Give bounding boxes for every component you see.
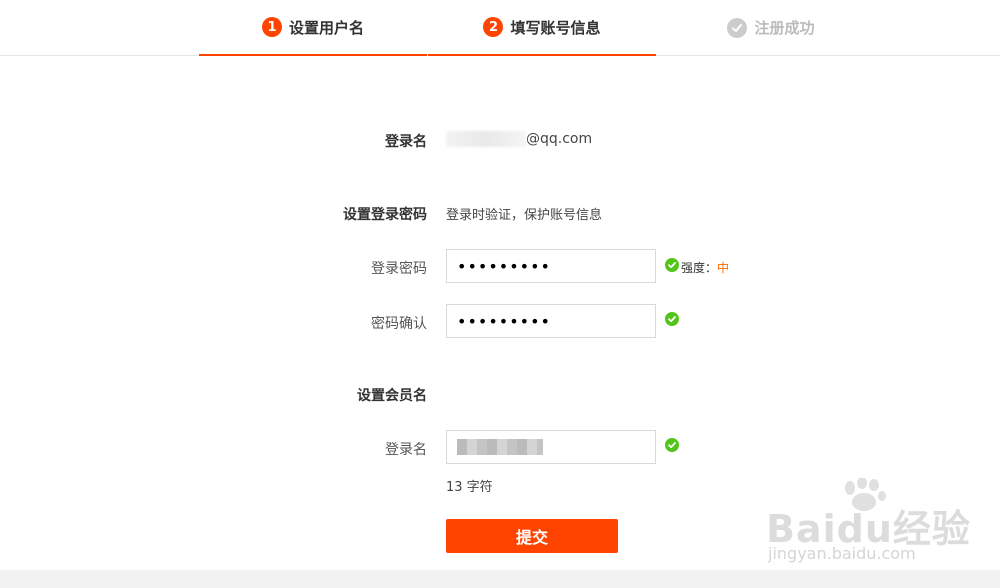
step-progress-bar: 1 设置用户名 2 填写账号信息 注册成功 (0, 0, 1000, 56)
check-circle-icon (665, 438, 679, 452)
member-login-label: 登录名 (385, 442, 427, 458)
redacted-mask (457, 439, 543, 455)
password-label: 登录密码 (371, 261, 427, 277)
confirm-password-label: 密码确认 (371, 316, 427, 332)
step-register-success: 注册成功 (657, 0, 885, 55)
step-fill-account-info: 2 填写账号信息 (428, 0, 656, 56)
watermark-url: jingyan.baidu.com (768, 544, 916, 563)
password-strength: 强度：中 (681, 259, 729, 276)
password-section-title: 设置登录密码 (343, 207, 427, 223)
step-label: 设置用户名 (288, 18, 364, 37)
member-section-title: 设置会员名 (357, 388, 427, 404)
check-circle-icon (665, 258, 679, 272)
member-name-input[interactable] (446, 430, 656, 464)
confirm-password-input[interactable]: ••••••••• (446, 304, 656, 338)
step-number-badge: 2 (483, 17, 504, 37)
step-set-username: 1 设置用户名 (199, 0, 427, 56)
password-section-description: 登录时验证，保护账号信息 (446, 208, 603, 223)
login-name-value: @qq.com (446, 131, 592, 147)
login-name-label: 登录名 (385, 134, 427, 150)
check-circle-icon (727, 17, 748, 38)
step-number-badge: 1 (261, 17, 282, 37)
check-circle-icon (665, 312, 679, 326)
char-count: 13 字符 (446, 480, 493, 495)
redacted-mask (446, 131, 526, 147)
strength-label: 强度： (681, 261, 718, 275)
baidu-watermark: Baidu经验 jingyan.baidu.com (762, 478, 992, 573)
step-label: 注册成功 (754, 19, 815, 37)
login-email-suffix: @qq.com (526, 131, 593, 147)
step-label: 填写账号信息 (510, 18, 601, 37)
submit-button[interactable]: 提交 (446, 519, 618, 553)
password-input[interactable]: ••••••••• (446, 249, 656, 283)
strength-level: 中 (717, 261, 730, 275)
